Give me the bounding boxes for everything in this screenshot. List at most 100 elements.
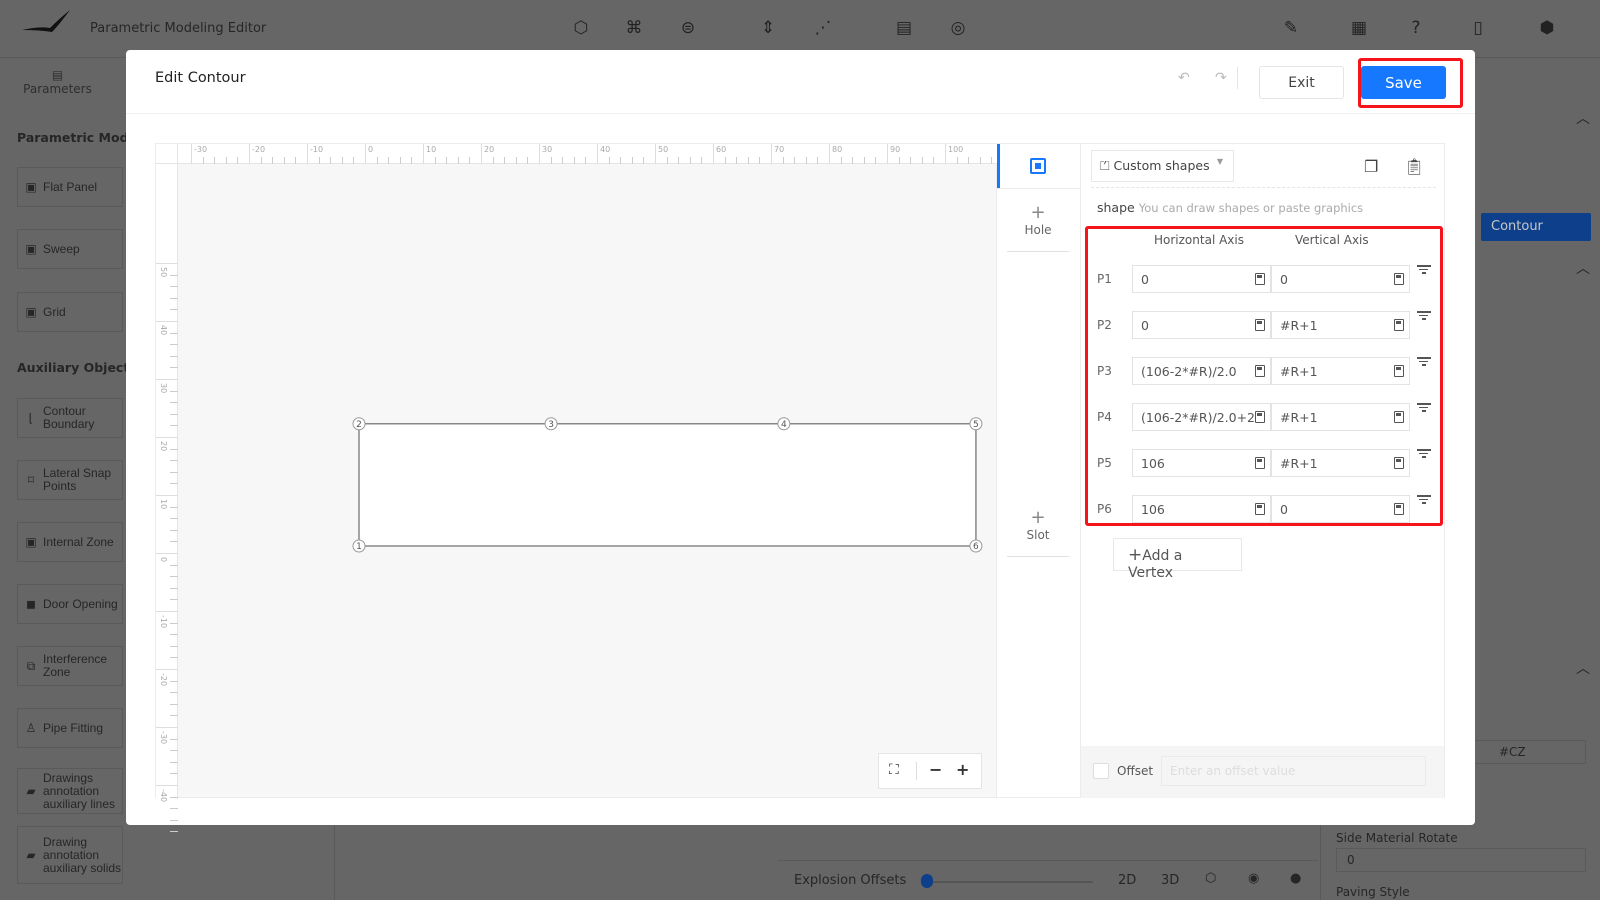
calculator-icon[interactable] [1255, 411, 1265, 423]
help-icon[interactable]: ? [1405, 18, 1427, 40]
sidebar-item-pipe-fitting[interactable]: ♙ Pipe Fitting [17, 708, 123, 748]
calculator-icon[interactable] [1394, 273, 1404, 285]
sidebar-item-annotation-solids[interactable]: ▰ Drawing annotation auxiliary solids [17, 826, 123, 884]
header-divider [126, 113, 1475, 114]
vertical-axis-input[interactable]: 0 [1271, 265, 1410, 293]
filter-icon[interactable] [1417, 355, 1431, 368]
contour-outline[interactable] [358, 423, 977, 547]
filter-icon[interactable] [1417, 493, 1431, 506]
calculator-icon[interactable] [1394, 457, 1404, 469]
select-tool-icon[interactable] [1030, 158, 1046, 174]
side-material-rotate-field[interactable]: 0 [1336, 848, 1586, 872]
vertical-axis-input[interactable]: #R+1 [1271, 449, 1410, 477]
horizontal-axis-input[interactable]: 0 [1132, 311, 1271, 339]
paste-icon[interactable]: 📋︎ [1404, 157, 1424, 176]
copy-icon[interactable]: ❐ [1364, 157, 1378, 176]
sidebar-item-sweep[interactable]: ▣ Sweep [17, 229, 123, 269]
chevron-up-icon[interactable]: ︿ [1576, 658, 1590, 678]
sidebar-item-annotation-lines[interactable]: ▰ Drawings annotation auxiliary lines [17, 768, 123, 814]
sidebar-item-internal-zone[interactable]: ▣ Internal Zone [17, 522, 123, 562]
calculator-icon[interactable] [1394, 411, 1404, 423]
drawing-canvas[interactable]: -30 -20 -10 0 10 20 30 40 50 60 70 80 90 100 50 40 30 20… [155, 143, 998, 833]
vertical-axis-input[interactable]: #R+1 [1271, 311, 1410, 339]
item-label: Interference Zone [43, 652, 108, 679]
hole-tool[interactable]: + Hole [1007, 202, 1069, 252]
calculator-icon[interactable] [1255, 457, 1265, 469]
item-label: Sweep [43, 241, 80, 256]
vertical-axis-input[interactable]: #R+1 [1271, 403, 1410, 431]
sidebar-item-contour-boundary[interactable]: ⌊ Contour Boundary [17, 398, 123, 438]
view-3d-button[interactable]: 3D [1161, 873, 1179, 888]
calculator-icon[interactable] [1255, 365, 1265, 377]
calculator-icon[interactable] [1394, 503, 1404, 515]
save-button[interactable]: Save [1361, 66, 1446, 99]
fit-screen-icon[interactable]: ⛶ [889, 762, 899, 778]
offset-checkbox[interactable] [1093, 763, 1109, 779]
explosion-offsets-label: Explosion Offsets [794, 873, 907, 888]
document-icon[interactable]: ▯ [1467, 18, 1489, 40]
settings-icon[interactable]: ⬢ [1536, 18, 1558, 40]
pencil-icon[interactable]: ✎ [1280, 18, 1302, 40]
cube-icon[interactable]: ⬡ [570, 18, 592, 40]
formula-icon[interactable]: ⊜ [677, 18, 699, 40]
undo-icon[interactable]: ↶ [1178, 70, 1190, 86]
horizontal-axis-input[interactable]: 106 [1132, 449, 1271, 477]
vertical-axis-input[interactable]: #R+1 [1271, 357, 1410, 385]
contour-button[interactable]: Contour [1481, 213, 1591, 241]
calculator-icon[interactable] [1255, 319, 1265, 331]
zoom-in-icon[interactable]: + [956, 760, 969, 779]
calculator-icon[interactable] [1394, 365, 1404, 377]
sidebar-item-lateral-snap[interactable]: ⌑ Lateral Snap Points [17, 460, 123, 500]
filter-icon[interactable] [1417, 309, 1431, 322]
horizontal-value: 106 [1141, 456, 1165, 471]
tab-parameters[interactable]: ▤ Parameters [20, 68, 95, 96]
chevron-up-icon[interactable]: ︿ [1576, 258, 1590, 278]
horizontal-value: 0 [1141, 272, 1149, 287]
nodes-icon[interactable]: ⋰ [812, 18, 834, 40]
calculator-icon[interactable] [1394, 319, 1404, 331]
vertical-value: #R+1 [1280, 318, 1318, 333]
add-vertex-button[interactable]: +Add a Vertex [1113, 538, 1242, 581]
sidebar-item-flat-panel[interactable]: ▣ Flat Panel [17, 167, 123, 207]
slot-tool[interactable]: + Slot [1007, 507, 1069, 557]
exit-button[interactable]: Exit [1259, 66, 1344, 99]
vertical-axis-input[interactable]: 0 [1271, 495, 1410, 523]
view-2d-button[interactable]: 2D [1118, 873, 1136, 888]
info-icon[interactable]: ● [1290, 871, 1301, 886]
filter-icon[interactable] [1417, 263, 1431, 276]
sidebar-item-grid[interactable]: ▣ Grid [17, 292, 123, 332]
chevron-up-icon[interactable]: ︿ [1576, 108, 1590, 128]
cube-view-icon[interactable]: ⬡ [1205, 871, 1216, 886]
file-icon[interactable]: ▤ [893, 18, 915, 40]
vertex-marker[interactable]: 6 [969, 539, 983, 553]
slider-handle[interactable] [921, 874, 933, 888]
snap-icon[interactable]: ⇕ [757, 18, 779, 40]
parameters-icon: ▤ [51, 68, 64, 82]
filter-icon[interactable] [1417, 401, 1431, 414]
plus-icon: + [1128, 545, 1143, 565]
hole-label: Hole [1024, 223, 1052, 237]
filter-icon[interactable] [1417, 447, 1431, 460]
horizontal-axis-input[interactable]: 106 [1132, 495, 1271, 523]
calculator-icon[interactable] [1255, 273, 1265, 285]
shape-type-select[interactable]: ⏍ Custom shapes ▼ [1091, 150, 1234, 182]
horizontal-axis-input[interactable]: (106-2*#R)/2.0+2* [1132, 403, 1271, 431]
sidebar-item-interference-zone[interactable]: ⧉ Interference Zone [17, 646, 123, 686]
vertex-marker[interactable]: 5 [969, 417, 983, 431]
vertex-marker[interactable]: 1 [352, 539, 366, 553]
zoom-out-icon[interactable]: − [929, 760, 942, 779]
layers-icon[interactable]: ◎ [947, 18, 969, 40]
chart-icon[interactable]: ▦ [1348, 18, 1370, 40]
offset-input[interactable]: Enter an offset value [1161, 756, 1426, 786]
sidebar-item-door-opening[interactable]: ◼ Door Opening [17, 584, 123, 624]
horizontal-axis-input[interactable]: (106-2*#R)/2.0 [1132, 357, 1271, 385]
grid-icon[interactable]: ⌘ [623, 18, 645, 40]
explosion-slider[interactable] [923, 881, 1093, 883]
vertex-marker[interactable]: 4 [777, 417, 791, 431]
eye-icon[interactable]: ◉ [1248, 871, 1259, 886]
redo-icon[interactable]: ↷ [1215, 70, 1227, 86]
vertex-marker[interactable]: 3 [544, 417, 558, 431]
horizontal-axis-input[interactable]: 0 [1132, 265, 1271, 293]
vertex-marker[interactable]: 2 [352, 417, 366, 431]
calculator-icon[interactable] [1255, 503, 1265, 515]
